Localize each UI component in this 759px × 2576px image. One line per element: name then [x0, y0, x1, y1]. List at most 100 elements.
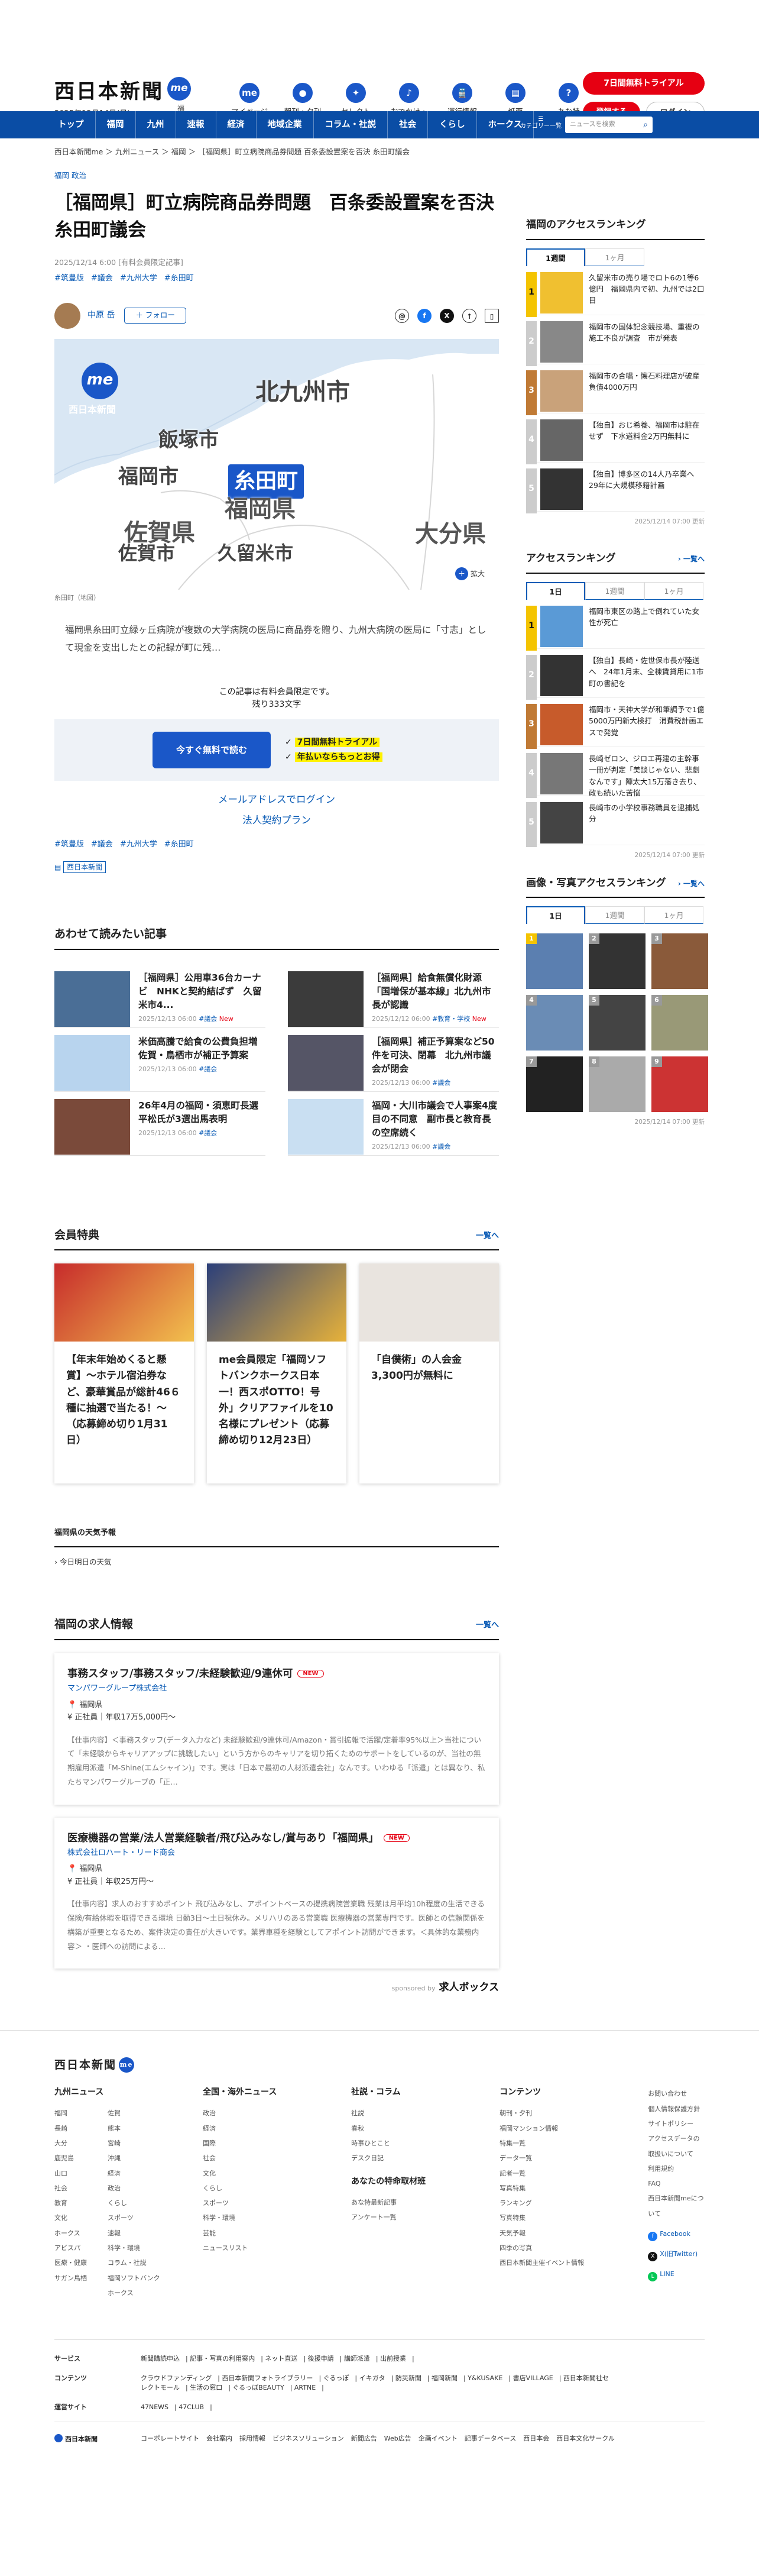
sns-link[interactable]: f Facebook: [648, 2229, 705, 2242]
job-title[interactable]: 医療機器の営業/法人営業経験者/飛び込みなし/賞与あり「福岡県」 NEW: [67, 1831, 486, 1846]
photo-ranking-item[interactable]: 9: [651, 1056, 708, 1112]
job-card[interactable]: 事務スタッフ/事務スタッフ/未経験歓迎/9連休可 NEW マンパワーグループ株式会社…: [54, 1653, 499, 1805]
ranking-title[interactable]: 久留米市の売り場でロト6の1等6億円 福岡県内で初、九州では2口目: [589, 272, 705, 315]
footer-link[interactable]: 新聞購読申込: [141, 2355, 180, 2362]
nav-item[interactable]: 福岡: [96, 111, 136, 138]
related-tag[interactable]: #議会: [199, 1129, 217, 1137]
job-card[interactable]: 医療機器の営業/法人営業経験者/飛び込みなし/賞与あり「福岡県」 NEW 株式会社ロ…: [54, 1818, 499, 1969]
ranking-thumbnail[interactable]: [540, 654, 583, 696]
x-icon[interactable]: X: [440, 308, 454, 323]
ranking-title[interactable]: 長崎市の小学校事務職員を逮捕処分: [589, 802, 705, 845]
footer-link[interactable]: Web広告: [384, 2435, 411, 2442]
keyword-tag[interactable]: #筑豊版: [54, 274, 84, 283]
keyword-tag[interactable]: #糸田町: [164, 840, 194, 849]
footer-link[interactable]: 科学・環境: [108, 2241, 161, 2255]
perks-more-link[interactable]: 一覧へ: [476, 1230, 499, 1242]
footer-link[interactable]: 宮崎: [108, 2136, 161, 2151]
footer-link[interactable]: 大分: [54, 2136, 108, 2151]
photo-ranking-item[interactable]: 1: [526, 933, 583, 989]
trial-button[interactable]: 7日間無料トライアル: [583, 72, 705, 95]
related-tag[interactable]: #議会: [432, 1143, 450, 1150]
footer-link[interactable]: 社会: [54, 2181, 108, 2196]
footer-link[interactable]: 経済: [203, 2121, 351, 2136]
nav-item[interactable]: 社会: [388, 111, 429, 138]
footer-link[interactable]: コラム・社説: [108, 2255, 161, 2270]
related-item[interactable]: ［福岡県］給食無償化財源「国増保が基本線」北九州市長が認識 2025/12/12 …: [288, 964, 499, 1028]
perk-card[interactable]: 「自僕術」の人会金3,300円が無料に: [359, 1263, 499, 1484]
perk-image[interactable]: [359, 1263, 499, 1342]
ranking-title[interactable]: 福岡市東区の路上で倒れていた女性が死亡: [589, 606, 705, 648]
ranking-tab[interactable]: 1ヶ月: [585, 248, 644, 266]
perk-image[interactable]: [54, 1263, 194, 1342]
related-item[interactable]: 福岡・大川市議会で人事案4度目の不同意 副市長と教育長の空席続く 2025/12/…: [288, 1092, 499, 1156]
ranking-thumbnail[interactable]: [540, 321, 583, 363]
footer-link[interactable]: 47CLUB: [179, 2403, 204, 2411]
footer-link[interactable]: 写真特集: [499, 2210, 648, 2225]
keyword-tag[interactable]: #議会: [91, 840, 113, 849]
article-map-image[interactable]: me 西日本新聞 北九州市 飯塚市 福岡市 糸田町 福岡県 佐賀県 佐賀市 久留米市 大分県 ＋…: [54, 338, 499, 590]
footer-bottom-logo[interactable]: 西日本新聞: [54, 2434, 141, 2445]
footer-link[interactable]: 医療・健康: [54, 2255, 108, 2270]
related-thumbnail[interactable]: [54, 1098, 130, 1155]
footer-link[interactable]: 個人情報保護方針: [648, 2102, 705, 2116]
footer-link[interactable]: 講師派遣: [344, 2355, 370, 2362]
job-title[interactable]: 事務スタッフ/事務スタッフ/未経験歓迎/9連休可 NEW: [67, 1666, 486, 1682]
ranking-title[interactable]: 【独自】長崎・佐世保市長が陸送へ 24年1月末、全棟賃貸用に1市町の書記を: [589, 655, 705, 697]
ranking-tab[interactable]: 1週間: [585, 906, 644, 924]
weather-sub[interactable]: › 今日明日の天気: [54, 1557, 499, 1568]
footer-link[interactable]: 佐賀: [108, 2106, 161, 2121]
keyword-tag[interactable]: #九州大学: [120, 840, 157, 849]
footer-link[interactable]: イキガタ: [359, 2374, 385, 2382]
photo-ranking-item[interactable]: 6: [651, 995, 708, 1051]
footer-link[interactable]: ランキング: [499, 2196, 648, 2210]
ranking-tab[interactable]: 1ヶ月: [644, 581, 703, 600]
ranking-title[interactable]: 福岡市・天神大学が和筆調予で1億5000万円新大検打 消費税計画エスで発覚: [589, 704, 705, 746]
author-name[interactable]: 中原 岳: [87, 309, 115, 322]
ranking-item[interactable]: 2 福岡市の国体記念競技場、重複の施工不良が調査 市が発表: [526, 315, 705, 366]
footer-link[interactable]: 政治: [203, 2106, 351, 2121]
ranking-thumbnail[interactable]: [540, 419, 583, 461]
footer-link[interactable]: ぐるっぽ: [323, 2374, 349, 2382]
nav-item[interactable]: 速報: [176, 111, 216, 138]
ranking-thumbnail[interactable]: [540, 801, 583, 843]
ranking-title[interactable]: 長崎ゼロン、ジロエ再建の主幹事一冊が判定「美談じゃない、悲劇なんです」陣太大15…: [589, 753, 705, 797]
footer-link[interactable]: 文化: [54, 2210, 108, 2225]
footer-link[interactable]: ニュースリスト: [203, 2241, 351, 2255]
related-item[interactable]: 26年4月の福岡・須恵町長選 平松氏が3選出馬表明 2025/12/13 06:0…: [54, 1092, 267, 1156]
footer-link[interactable]: 会社案内: [206, 2435, 232, 2442]
keyword-tag[interactable]: #九州大学: [120, 274, 157, 283]
footer-link[interactable]: 西日本新聞meについて: [648, 2191, 705, 2221]
related-tag[interactable]: #議会: [199, 1065, 217, 1073]
footer-link[interactable]: スポーツ: [203, 2196, 351, 2210]
keyword-tag[interactable]: #筑豊版: [54, 840, 84, 849]
sns-link[interactable]: L LINE: [648, 2270, 705, 2282]
photo-ranking-item[interactable]: 2: [589, 933, 646, 989]
footer-link[interactable]: 採用情報: [239, 2435, 265, 2442]
footer-link[interactable]: 文化: [203, 2166, 351, 2181]
photo-ranking-item[interactable]: 4: [526, 995, 583, 1051]
search-icon[interactable]: ⌕: [643, 119, 648, 131]
ranking-item[interactable]: 2 【独自】長崎・佐世保市長が陸送へ 24年1月末、全棟賃貸用に1市町の書記を: [526, 649, 705, 700]
job-company[interactable]: 株式会社ロハート・リード商会: [67, 1847, 486, 1859]
footer-link[interactable]: サイトポリシー: [648, 2116, 705, 2131]
footer-link[interactable]: データ一覧: [499, 2151, 648, 2165]
photo-more-link[interactable]: › 一覧へ: [678, 878, 705, 889]
footer-link[interactable]: 福岡新聞: [432, 2374, 458, 2382]
footer-link[interactable]: ホークス: [54, 2226, 108, 2241]
photo-ranking-item[interactable]: 5: [589, 995, 646, 1051]
footer-link[interactable]: 天気予報: [499, 2226, 648, 2241]
footer-link[interactable]: サガン鳥栖: [54, 2271, 108, 2301]
threads-icon[interactable]: @: [395, 308, 409, 323]
ranking-thumbnail[interactable]: [540, 605, 583, 647]
footer-link[interactable]: 防災新聞: [395, 2374, 421, 2382]
photo-ranking-item[interactable]: 8: [589, 1056, 646, 1112]
perk-title[interactable]: me会員限定「福岡ソフトバンクホークス日本一！西スポOTTO！号外」クリアファイ…: [207, 1342, 346, 1459]
perk-card[interactable]: 【年末年始めくると懸賞】〜ホテル宿泊券など、豪華賞品が総計46６種に抽選で当たる…: [54, 1263, 194, 1484]
footer-link[interactable]: ビジネスソリューション: [273, 2435, 344, 2442]
footer-link[interactable]: 速報: [108, 2226, 161, 2241]
footer-link[interactable]: 芸能: [203, 2226, 351, 2241]
ranking-thumbnail[interactable]: [540, 752, 583, 794]
nav-item[interactable]: くらし: [428, 111, 477, 138]
footer-link[interactable]: アビスパ: [54, 2241, 108, 2255]
footer-link[interactable]: 政治: [108, 2181, 161, 2196]
